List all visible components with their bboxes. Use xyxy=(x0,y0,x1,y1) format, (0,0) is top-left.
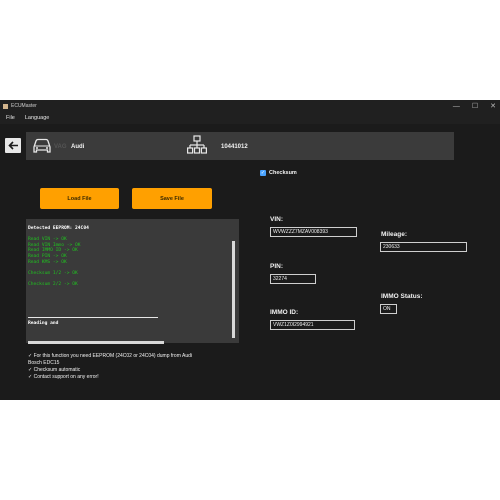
pin-label: PIN: xyxy=(270,263,283,270)
load-file-button[interactable]: Load File xyxy=(40,188,119,209)
vehicle-brand: Audi xyxy=(71,144,85,150)
mileage-field[interactable]: 230633 xyxy=(380,242,467,252)
brand-group-label: VAG xyxy=(54,144,67,150)
maximize-button[interactable]: ☐ xyxy=(472,102,478,110)
ecu-number: 10441012 xyxy=(221,144,248,150)
menu-language[interactable]: Language xyxy=(25,115,49,121)
close-button[interactable]: ✕ xyxy=(490,102,496,110)
log-divider xyxy=(28,317,158,318)
back-button[interactable] xyxy=(5,138,21,153)
checksum-toggle[interactable]: ✓ Checksum xyxy=(260,170,297,176)
immo-id-field[interactable]: VWZ1Z0I2994921 xyxy=(270,320,355,330)
log-vertical-scrollbar[interactable] xyxy=(232,241,235,338)
window-controls: — ☐ ✕ xyxy=(453,100,496,112)
log-reading-status: Reading and xyxy=(28,321,59,326)
pin-field[interactable]: 32274 xyxy=(270,274,316,284)
menu-bar: File Language xyxy=(0,112,500,124)
log-horizontal-scrollbar[interactable] xyxy=(28,341,164,344)
immo-status-label: IMMO Status: xyxy=(381,293,423,300)
mileage-label: Mileage: xyxy=(381,231,408,238)
minimize-button[interactable]: — xyxy=(453,103,460,110)
immo-id-label: IMMO ID: xyxy=(270,309,299,316)
app-icon xyxy=(3,103,8,109)
vin-field[interactable]: WVWZZZ7MZAV008393 xyxy=(270,227,357,237)
log-line: Checksum 2/2 -> OK xyxy=(28,281,78,287)
menu-file[interactable]: File xyxy=(6,115,15,121)
arrow-left-icon xyxy=(7,141,18,150)
window-title: ECUMaster xyxy=(11,103,37,109)
log-output: Detected EEPROM: 24C04 Read VIN -> OK Re… xyxy=(28,226,89,288)
checksum-label: Checksum xyxy=(269,170,297,176)
log-detected: Detected EEPROM: 24C04 xyxy=(28,226,89,231)
ecu-network-icon xyxy=(187,135,207,154)
car-icon xyxy=(33,138,51,153)
instruction-line: ✓ Contact support on any error! xyxy=(28,374,99,380)
immo-status-field[interactable]: ON xyxy=(380,304,397,314)
checksum-checkbox[interactable]: ✓ xyxy=(260,170,266,176)
title-bar: ECUMaster — ☐ ✕ xyxy=(0,100,500,112)
instructions: ✓ For this function you need EEPROM (24C… xyxy=(28,352,248,381)
save-file-button[interactable]: Save File xyxy=(132,188,212,209)
app-window: ECUMaster — ☐ ✕ File Language VAG Audi 1… xyxy=(0,100,500,400)
vin-label: VIN: xyxy=(270,216,283,223)
